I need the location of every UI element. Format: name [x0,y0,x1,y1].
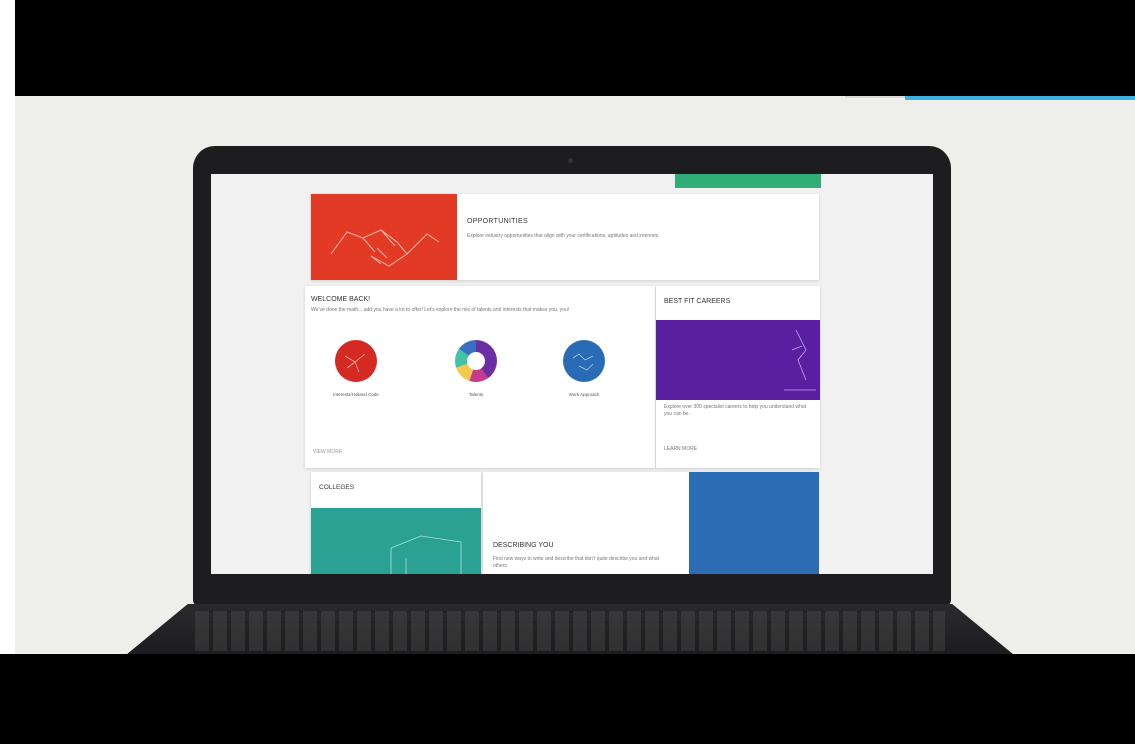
opportunities-title: OPPORTUNITIES [467,218,528,225]
colleges-title: COLLEGES [319,484,355,491]
colleges-card[interactable]: COLLEGES [311,472,481,574]
opportunities-description: Explore industry opportunities that alig… [467,233,660,239]
welcome-card: WELCOME BACK! We’ve done the math... add… [305,286,655,468]
colleges-image [311,508,481,574]
laptop-screen: OPPORTUNITIES Explore industry opportuni… [211,174,933,574]
laptop-scene: OPPORTUNITIES Explore industry opportuni… [15,96,1135,654]
best-fit-careers-card[interactable]: BEST FIT CAREERS Explore over 300 specia… [656,286,820,468]
describing-title: DESCRIBING YOU [493,542,554,549]
letterbox-top [0,0,1135,96]
welcome-title: WELCOME BACK! [311,296,371,303]
green-card-strip [675,174,821,188]
video-frame: OPPORTUNITIES Explore industry opportuni… [0,0,1135,744]
learn-more-link[interactable]: LEARN MORE [664,446,697,452]
top-divider [845,96,905,98]
interests-label: Interests/Holland Code [333,392,379,397]
talents-label: Talents [468,392,484,397]
microscope-icon [784,329,816,391]
best-fit-description: Explore over 300 specialist careers to h… [664,404,807,417]
work-approach-circle[interactable] [563,340,605,382]
letterbox-bottom [0,654,1135,744]
describing-description: Find new ways to write and describe that… [493,556,660,569]
best-fit-image [656,320,820,400]
welcome-description: We’ve done the math... add you have a lo… [311,307,570,313]
view-more-link[interactable]: VIEW MORE [313,449,342,455]
house-icon [390,535,462,574]
talents-circle[interactable] [455,340,497,382]
frame-left-edge [0,0,15,744]
camera-dot [568,158,573,163]
opportunities-image [311,194,457,280]
globe-icon [572,353,594,371]
best-fit-title: BEST FIT CAREERS [664,298,731,305]
blue-feature-image[interactable] [689,472,819,574]
laptop-keyboard [195,611,945,651]
interests-circle[interactable] [335,340,377,382]
work-approach-label: Work Approach [568,392,600,397]
laptop-lid: OPPORTUNITIES Explore industry opportuni… [193,146,951,606]
handshake-icon [330,229,440,267]
top-accent-bar [905,96,1135,100]
opportunities-card[interactable]: OPPORTUNITIES Explore industry opportuni… [311,194,819,280]
network-icon [344,353,366,373]
